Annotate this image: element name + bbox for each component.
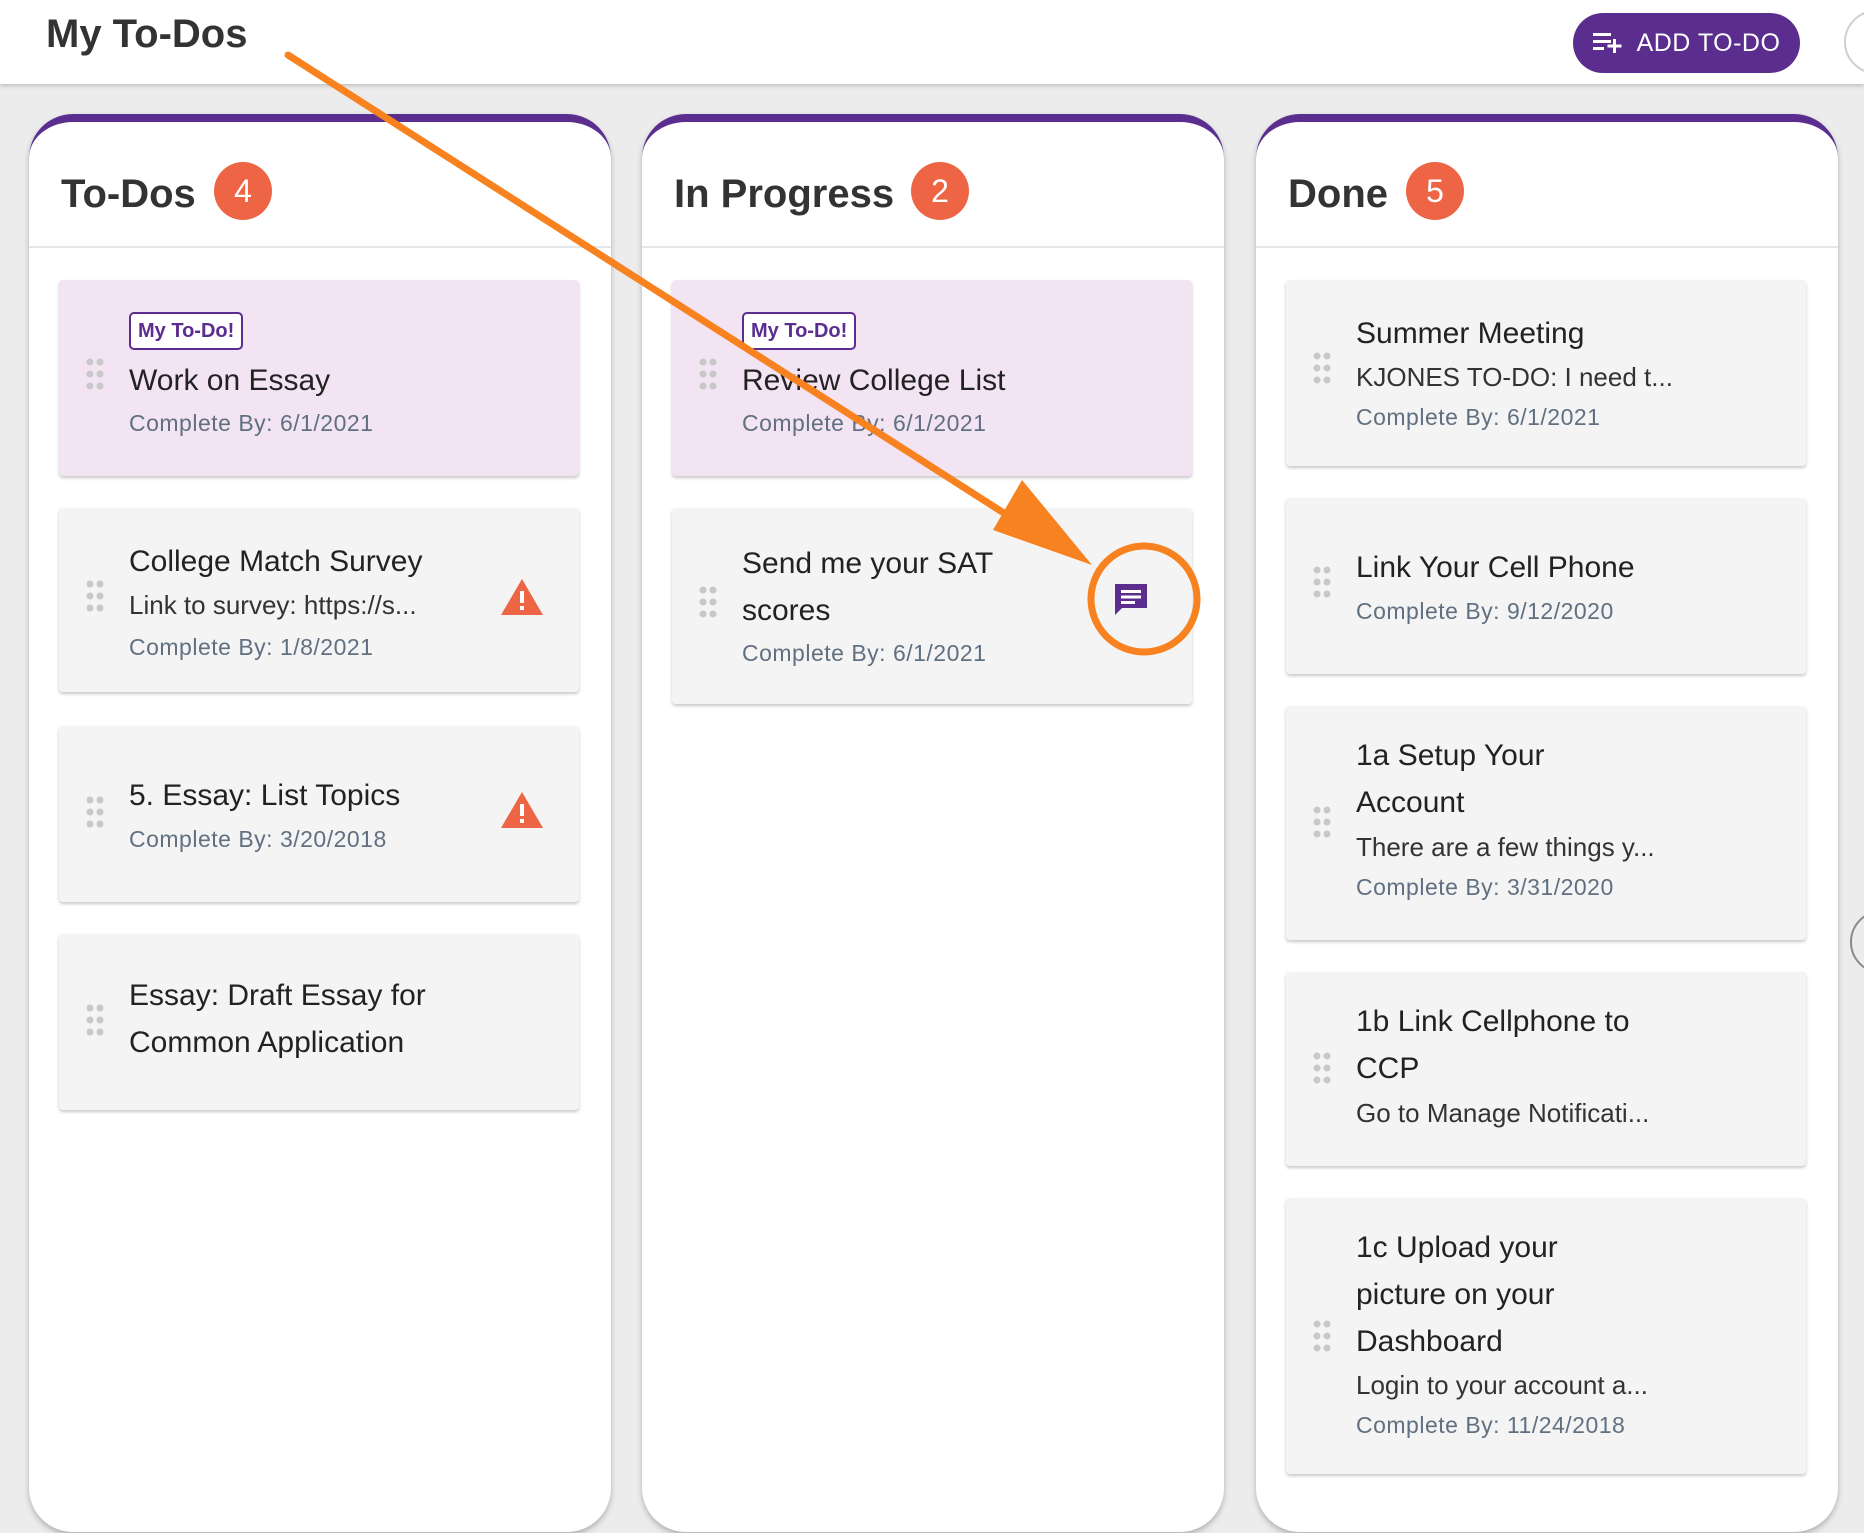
todo-card[interactable]: Summer Meeting KJONES TO-DO: I need t...…: [1286, 280, 1806, 466]
column-title: Done: [1288, 172, 1388, 216]
todo-card[interactable]: 5. Essay: List Topics Complete By: 3/20/…: [59, 726, 579, 902]
drag-handle-icon[interactable]: [1312, 352, 1332, 384]
drag-handle-icon[interactable]: [1312, 566, 1332, 598]
todo-card[interactable]: 1a Setup Your Account There are a few th…: [1286, 706, 1806, 940]
add-todo-label: ADD TO-DO: [1636, 28, 1781, 57]
drag-handle-icon[interactable]: [1312, 1052, 1332, 1084]
todo-card[interactable]: College Match Survey Link to survey: htt…: [59, 508, 579, 692]
card-title: Link Your Cell Phone: [1356, 551, 1635, 584]
card-title: Essay: Draft Essay for Common Applicatio…: [129, 979, 426, 1059]
card-due-date: Complete By: 6/1/2021: [129, 410, 374, 436]
card-title: 1b Link Cellphone to CCP: [1356, 1005, 1630, 1085]
drag-handle-icon[interactable]: [698, 586, 718, 618]
column-todos: To-Dos 4 My To-Do! Work on Essay Complet…: [29, 114, 611, 1532]
scroll-button[interactable]: [1850, 910, 1864, 974]
card-description: Login to your account a...: [1356, 1370, 1648, 1400]
count-badge: 5: [1406, 162, 1464, 220]
warning-icon: [501, 792, 543, 828]
todo-card[interactable]: My To-Do! Work on Essay Complete By: 6/1…: [59, 280, 579, 476]
card-title: Summer Meeting: [1356, 317, 1585, 350]
drag-handle-icon[interactable]: [85, 580, 105, 612]
card-due-date: Complete By: 6/1/2021: [1356, 404, 1601, 430]
todo-card[interactable]: Link Your Cell Phone Complete By: 9/12/2…: [1286, 498, 1806, 674]
card-description: There are a few things y...: [1356, 832, 1655, 862]
todo-card[interactable]: My To-Do! Review College List Complete B…: [672, 280, 1192, 476]
warning-icon: [501, 579, 543, 615]
drag-handle-icon[interactable]: [85, 796, 105, 828]
count-badge: 4: [214, 162, 272, 220]
card-due-date: Complete By: 6/1/2021: [742, 410, 987, 436]
card-description: KJONES TO-DO: I need t...: [1356, 362, 1673, 392]
card-description: Link to survey: https://s...: [129, 590, 417, 620]
todo-card[interactable]: Essay: Draft Essay for Common Applicatio…: [59, 934, 579, 1110]
column-title: To-Dos: [61, 172, 196, 216]
count-badge: 2: [911, 162, 969, 220]
top-bar: My To-Dos ADD TO-DO: [0, 0, 1864, 84]
column-header: Done 5: [1256, 122, 1838, 248]
todo-card[interactable]: Send me your SAT scores Complete By: 6/1…: [672, 508, 1192, 704]
drag-handle-icon[interactable]: [1312, 806, 1332, 838]
column-in-progress: In Progress 2 My To-Do! Review College L…: [642, 114, 1224, 1532]
card-due-date: Complete By: 9/12/2020: [1356, 598, 1614, 624]
my-todo-tag: My To-Do!: [129, 312, 244, 350]
drag-handle-icon[interactable]: [85, 358, 105, 390]
card-title: 5. Essay: List Topics: [129, 779, 401, 812]
card-description: Go to Manage Notificati...: [1356, 1098, 1650, 1128]
card-title: College Match Survey: [129, 545, 423, 578]
column-header: In Progress 2: [642, 122, 1224, 248]
card-due-date: Complete By: 1/8/2021: [129, 634, 374, 660]
add-todo-button[interactable]: ADD TO-DO: [1573, 13, 1800, 73]
playlist-add-icon: [1592, 33, 1622, 53]
card-title: 1c Upload your picture on your Dashboard: [1356, 1231, 1558, 1358]
drag-handle-icon[interactable]: [698, 358, 718, 390]
card-title: Send me your SAT scores: [742, 547, 993, 627]
card-due-date: Complete By: 6/1/2021: [742, 640, 987, 666]
card-title: 1a Setup Your Account: [1356, 739, 1545, 819]
card-due-date: Complete By: 11/24/2018: [1356, 1412, 1626, 1438]
todo-card[interactable]: 1b Link Cellphone to CCP Go to Manage No…: [1286, 972, 1806, 1166]
column-header: To-Dos 4: [29, 122, 611, 248]
my-todo-tag: My To-Do!: [742, 312, 857, 350]
page-title: My To-Dos: [46, 12, 248, 56]
todo-card[interactable]: 1c Upload your picture on your Dashboard…: [1286, 1198, 1806, 1474]
chat-icon[interactable]: [1112, 581, 1150, 619]
card-due-date: Complete By: 3/20/2018: [129, 826, 387, 852]
drag-handle-icon[interactable]: [1312, 1320, 1332, 1352]
column-title: In Progress: [674, 172, 895, 216]
column-done: Done 5 Summer Meeting KJONES TO-DO: I ne…: [1256, 114, 1838, 1532]
card-title: Review College List: [742, 364, 1006, 397]
user-avatar[interactable]: [1844, 10, 1864, 74]
card-title: Work on Essay: [129, 364, 331, 397]
drag-handle-icon[interactable]: [85, 1004, 105, 1036]
card-due-date: Complete By: 3/31/2020: [1356, 874, 1614, 900]
